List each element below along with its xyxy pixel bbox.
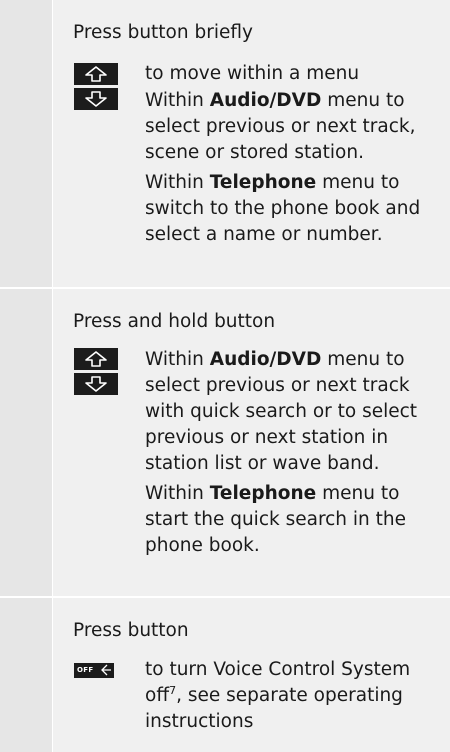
section2-heading: Press and hold button (73, 311, 276, 332)
section2-line: Within Telephone menu to (145, 483, 400, 504)
arrow-up-key-icon (74, 348, 118, 370)
row-divider (0, 287, 450, 289)
section3-line: off7, see separate operating (145, 684, 403, 706)
section2-line: previous or next station in (145, 427, 389, 448)
section1-line: to move within a menu (145, 63, 360, 84)
section1-line: switch to the phone book and (145, 198, 421, 219)
section2-line: station list or wave band. (145, 453, 380, 474)
arrow-down-key-icon (74, 88, 118, 110)
section1-line: scene or stored station. (145, 142, 364, 163)
section2-line: with quick search or to select (145, 401, 418, 422)
section1-heading: Press button briefly (73, 22, 253, 43)
arrow-up-key-icon (74, 63, 118, 85)
section3-line: instructions (145, 711, 254, 732)
voice-off-key-icon: OFF (74, 659, 118, 681)
section1-line: select previous or next track, (145, 116, 416, 137)
section3-heading: Press button (73, 620, 189, 641)
section1-line: select a name or number. (145, 224, 383, 245)
table-left-column (0, 0, 52, 752)
section2-line: Within Audio/DVD menu to (145, 349, 405, 370)
section1-line: Within Telephone menu to (145, 172, 400, 193)
arrow-down-key-icon (74, 373, 118, 395)
instruction-table: Press button briefly to move within a me… (0, 0, 450, 752)
section2-line: start the quick search in the (145, 509, 407, 530)
section1-line: Within Audio/DVD menu to (145, 90, 405, 111)
section2-line: phone book. (145, 535, 260, 556)
section2-line: select previous or next track (145, 375, 410, 396)
section3-line: to turn Voice Control System (145, 659, 411, 680)
row-divider (0, 596, 450, 598)
